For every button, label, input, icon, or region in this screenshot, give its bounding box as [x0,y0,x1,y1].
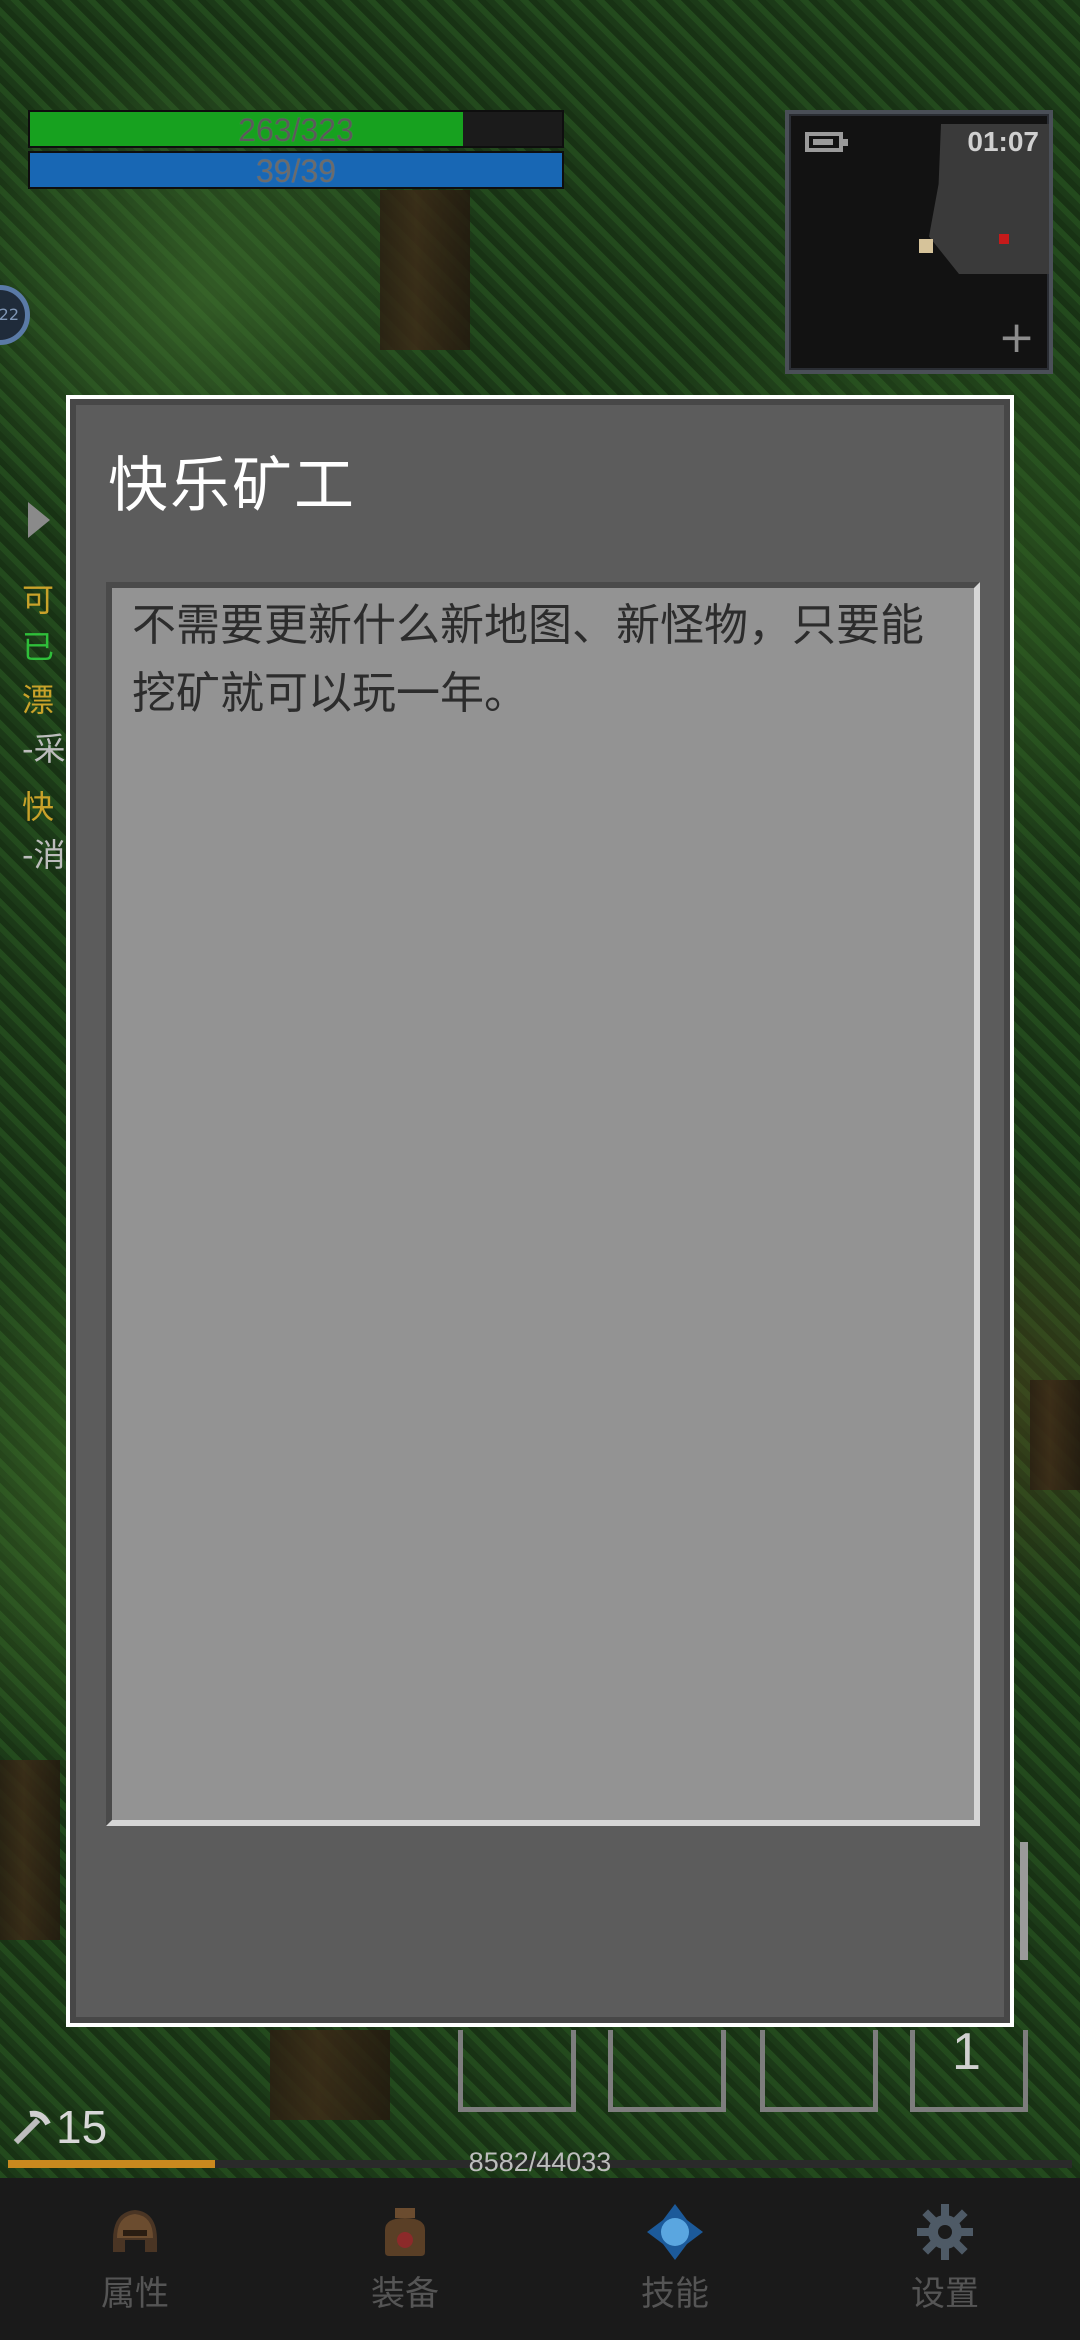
skill-slot[interactable] [760,2030,878,2112]
tree-trunk [380,190,470,350]
quest-line: 已 [22,628,55,666]
quest-line: -采 [22,730,66,768]
pickaxe-icon [13,2110,51,2145]
quest-line: 可 [22,581,55,619]
crystal-icon [647,2204,703,2260]
mp-text: 39/39 [255,153,337,189]
nav-attributes[interactable]: 属性 [0,2178,270,2340]
quest-line: 漂 [22,681,55,719]
nav-equipment[interactable]: 装备 [270,2178,540,2340]
game-screen: 263/323 39/39 01:07 + 22 可 已 漂 -采 快 -消 快… [0,0,1080,2340]
nav-settings[interactable]: 设置 [810,2178,1080,2340]
bag-icon [385,2208,425,2256]
minimap-enemy-marker [999,234,1009,244]
skill-slot[interactable] [608,2030,726,2112]
quest-line: -消 [22,836,66,874]
battery-icon [805,132,848,152]
tree-trunk [1030,1380,1080,1490]
skill-slot[interactable] [458,2030,576,2112]
dialog-body: 不需要更新什么新地图、新怪物，只要能挖矿就可以玩一年。 [106,582,980,1826]
gear-icon [917,2204,973,2260]
dialog-body-text: 不需要更新什么新地图、新怪物，只要能挖矿就可以玩一年。 [132,600,924,719]
mp-bar: 39/39 [28,151,564,189]
quest-badge[interactable]: 22 [0,285,30,345]
minimap-player-marker [919,239,933,253]
side-bracket [1020,1842,1028,1960]
dialog-title: 快乐矿工 [108,451,356,521]
tree-trunk [270,2030,390,2120]
bottom-nav: 属性 装备 技能 设置 [0,2178,1080,2340]
quest-line: 快 [22,788,55,826]
plus-icon[interactable]: + [998,316,1035,360]
xp-text: 8582/44033 [468,2147,612,2177]
player-level: 15 [56,2101,108,2153]
nav-label: 属性 [101,2274,169,2314]
item-count: 1 [952,2023,981,2081]
hp-text: 263/323 [238,112,354,148]
nav-label: 装备 [371,2274,439,2314]
hp-bar: 263/323 [28,110,564,148]
nav-skills[interactable]: 技能 [540,2178,810,2340]
tree-trunk [0,1760,60,1940]
expand-arrow-icon[interactable] [28,502,50,538]
minimap[interactable]: 01:07 + [785,110,1053,374]
clock-text: 01:07 [967,126,1039,157]
achievement-dialog[interactable]: 快乐矿工 不需要更新什么新地图、新怪物，只要能挖矿就可以玩一年。 [66,395,1014,2027]
nav-label: 技能 [641,2274,709,2314]
helmet-icon [113,2210,157,2252]
nav-label: 设置 [911,2274,979,2314]
